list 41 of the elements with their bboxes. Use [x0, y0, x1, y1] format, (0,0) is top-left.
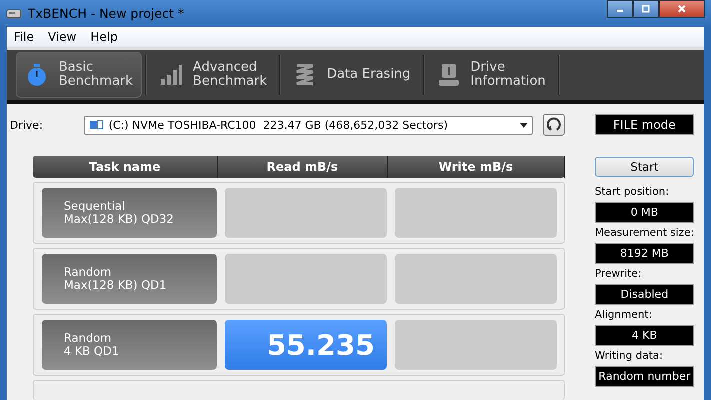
- start-button[interactable]: Start: [595, 157, 694, 177]
- drive-label: Drive:: [10, 118, 44, 132]
- task-name-cell: Random 4 KB QD1: [42, 320, 217, 370]
- tab[interactable]: Drive Information: [428, 53, 554, 97]
- refresh-button[interactable]: [543, 114, 565, 136]
- close-icon: [677, 4, 687, 14]
- column-header: Write mB/s: [388, 156, 565, 178]
- drive-dropdown[interactable]: (C:) NVMe TOSHIBA-RC100 223.47 GB (468,652,032 Sectors): [84, 116, 534, 134]
- setting-label: Measurement size:: [595, 227, 694, 239]
- menu-item[interactable]: Help: [90, 30, 118, 44]
- task-name-cell: Random Max(128 KB) QD1: [42, 254, 217, 304]
- minimize-button[interactable]: [607, 0, 633, 18]
- caret-icon: [520, 122, 528, 128]
- read-result-cell: 55.235: [225, 320, 387, 370]
- mode-indicator: FILE mode: [595, 114, 694, 135]
- setting-label: Prewrite:: [595, 268, 643, 280]
- window-title: TxBENCH - New project *: [28, 6, 184, 21]
- tab[interactable]: Data Erasing: [285, 53, 419, 97]
- maximize-button[interactable]: [633, 0, 659, 18]
- drive-info-icon: [436, 63, 461, 87]
- setting-label: Alignment:: [595, 309, 654, 321]
- column-header: Task name: [33, 156, 218, 178]
- tab[interactable]: Basic Benchmark: [17, 53, 142, 97]
- column-header: Read mB/s: [218, 156, 388, 178]
- setting-label: Start position:: [595, 186, 670, 198]
- setting-value[interactable]: 0 MB: [595, 202, 694, 223]
- task-name-cell: Sequential Max(128 KB) QD32: [42, 188, 217, 238]
- setting-value[interactable]: 8192 MB: [595, 243, 694, 264]
- stopwatch-icon: [25, 63, 49, 87]
- tab[interactable]: Advanced Benchmark: [151, 53, 276, 97]
- menu-item[interactable]: View: [48, 30, 77, 44]
- drive-icon: [88, 119, 105, 131]
- setting-value[interactable]: 4 KB: [595, 325, 694, 346]
- setting-label: Writing data:: [595, 350, 664, 362]
- refresh-icon: [546, 117, 562, 133]
- maximize-icon: [641, 4, 651, 14]
- setting-value[interactable]: Disabled: [595, 284, 694, 305]
- close-button[interactable]: [659, 0, 705, 18]
- bar-chart-icon: [159, 63, 184, 87]
- setting-value[interactable]: Random number: [595, 366, 694, 387]
- menu-item[interactable]: File: [14, 30, 34, 44]
